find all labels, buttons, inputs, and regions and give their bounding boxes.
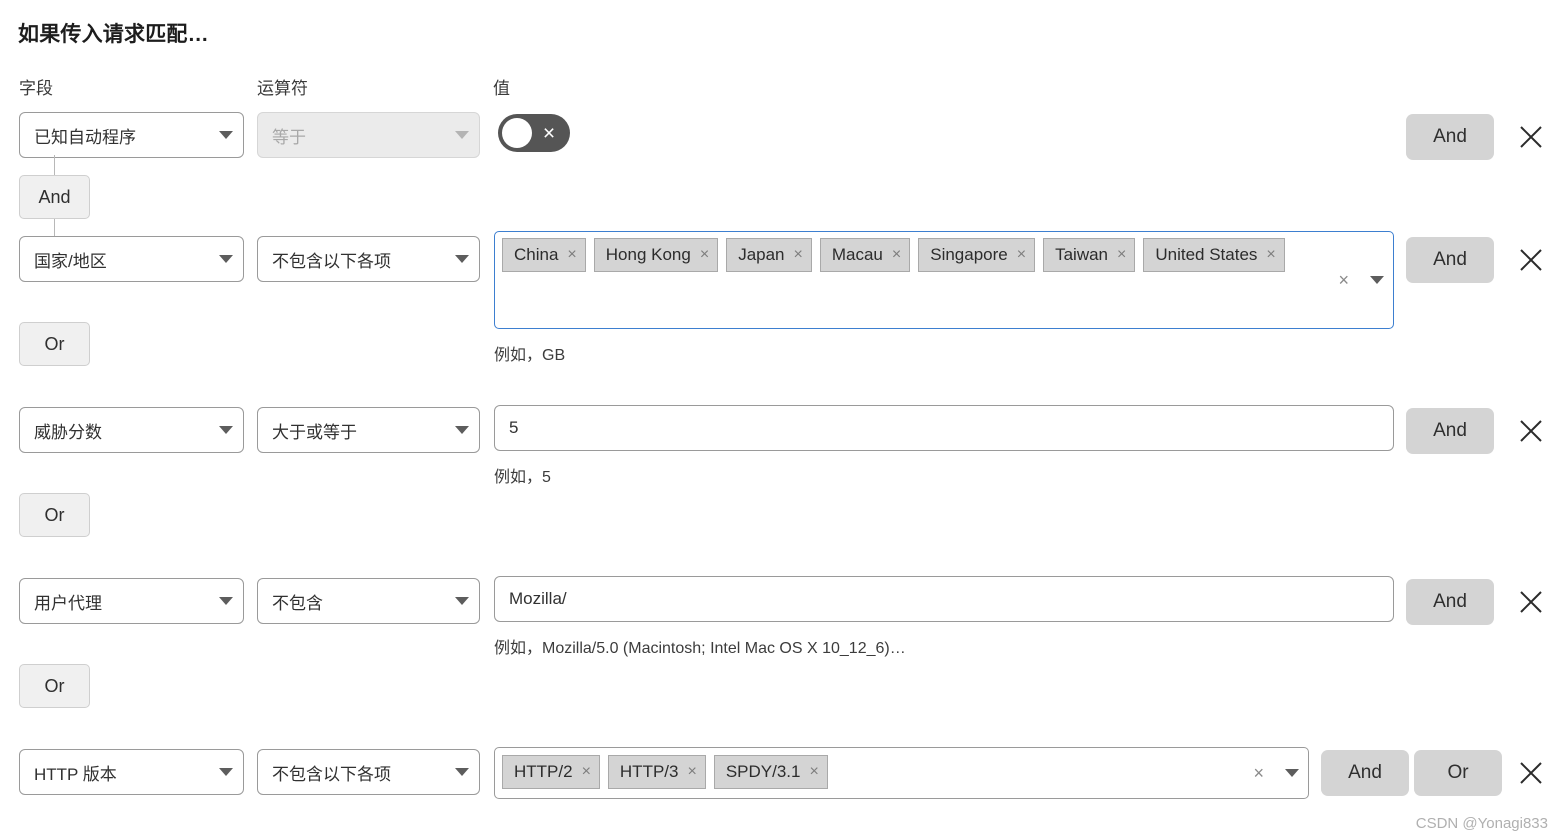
and-button-row-1[interactable]: And	[1406, 114, 1494, 160]
field-select-row-1[interactable]: 已知自动程序	[19, 112, 244, 158]
remove-row-5-button[interactable]	[1516, 758, 1546, 788]
tag-remove-icon[interactable]: ×	[687, 764, 696, 780]
tag-country-6[interactable]: United States ×	[1143, 238, 1285, 272]
hint-row-3: 例如，5	[494, 469, 551, 486]
tag-http-1[interactable]: HTTP/3 ×	[607, 755, 706, 789]
operator-select-row-3-label: 大于或等于	[272, 422, 357, 442]
operator-select-row-4-label: 不包含	[272, 593, 323, 613]
remove-row-1-button[interactable]	[1516, 122, 1546, 152]
tag-country-3[interactable]: Macau ×	[819, 238, 911, 272]
operator-select-row-2[interactable]: 不包含以下各项	[257, 236, 480, 282]
http-version-multiselect[interactable]: HTTP/2 × HTTP/3 × SPDY/3.1 × ×	[494, 747, 1309, 799]
operator-select-row-4[interactable]: 不包含	[257, 578, 480, 624]
chevron-down-icon	[219, 426, 233, 434]
field-select-row-2-label: 国家/地区	[34, 251, 107, 271]
known-bot-toggle[interactable]: ×	[498, 114, 570, 152]
tag-remove-icon[interactable]: ×	[892, 247, 901, 263]
and-button-row-2[interactable]: And	[1406, 237, 1494, 283]
chevron-down-icon	[219, 255, 233, 263]
tag-label: United States	[1155, 245, 1258, 264]
tag-label: SPDY/3.1	[725, 762, 801, 781]
connector-line-1b	[54, 219, 55, 236]
field-select-row-5[interactable]: HTTP 版本	[19, 749, 244, 795]
field-select-row-1-label: 已知自动程序	[34, 127, 136, 147]
chevron-down-icon	[219, 768, 233, 776]
remove-row-4-button[interactable]	[1516, 587, 1546, 617]
tag-remove-icon[interactable]: ×	[567, 247, 576, 263]
tag-remove-icon[interactable]: ×	[1266, 247, 1275, 263]
and-button-row-3[interactable]: And	[1406, 408, 1494, 454]
field-select-row-4-label: 用户代理	[34, 593, 102, 613]
group-connector-or-2[interactable]: Or	[19, 322, 90, 366]
remove-row-2-button[interactable]	[1516, 245, 1546, 275]
user-agent-input[interactable]: Mozilla/	[494, 576, 1394, 622]
watermark: CSDN @Yonagi833	[1415, 815, 1548, 832]
multiselect-actions: ×	[1338, 271, 1384, 289]
tag-label: Hong Kong	[605, 245, 691, 264]
multiselect-actions: ×	[1253, 764, 1299, 782]
operator-select-row-3[interactable]: 大于或等于	[257, 407, 480, 453]
tag-http-0[interactable]: HTTP/2 ×	[502, 755, 600, 789]
tag-label: HTTP/3	[619, 762, 679, 781]
close-icon: ×	[542, 121, 556, 145]
and-button-row-4[interactable]: And	[1406, 579, 1494, 625]
chevron-down-icon	[455, 255, 469, 263]
tag-remove-icon[interactable]: ×	[809, 764, 818, 780]
country-multiselect[interactable]: China × Hong Kong × Japan × Macau × Singapor…	[494, 231, 1394, 329]
or-button-row-5[interactable]: Or	[1414, 750, 1502, 796]
hint-row-2: 例如，GB	[494, 347, 566, 364]
group-connector-or-3[interactable]: Or	[19, 493, 90, 537]
clear-all-icon[interactable]: ×	[1253, 764, 1264, 782]
chevron-down-icon	[219, 597, 233, 605]
tag-label: HTTP/2	[514, 762, 573, 781]
tag-remove-icon[interactable]: ×	[794, 247, 803, 263]
column-header-value: 值	[493, 79, 510, 98]
operator-select-row-5[interactable]: 不包含以下各项	[257, 749, 480, 795]
tag-remove-icon[interactable]: ×	[700, 247, 709, 263]
tag-country-5[interactable]: Taiwan ×	[1043, 238, 1136, 272]
hint-row-4: 例如，Mozilla/5.0 (Macintosh; Intel Mac OS …	[494, 640, 906, 657]
chevron-down-icon	[455, 131, 469, 139]
tag-http-2[interactable]: SPDY/3.1 ×	[713, 755, 828, 789]
and-button-row-5[interactable]: And	[1321, 750, 1409, 796]
group-connector-or-4[interactable]: Or	[19, 664, 90, 708]
rule-builder-panel: 如果传入请求匹配… 字段 运算符 值 已知自动程序 等于 × And And 国…	[0, 0, 1560, 838]
tag-country-2[interactable]: Japan ×	[726, 238, 812, 272]
tag-label: Macau	[831, 245, 883, 264]
field-select-row-3[interactable]: 威胁分数	[19, 407, 244, 453]
clear-all-icon[interactable]: ×	[1338, 271, 1349, 289]
field-select-row-3-label: 威胁分数	[34, 422, 102, 442]
remove-row-3-button[interactable]	[1516, 416, 1546, 446]
tag-label: Japan	[738, 245, 785, 264]
chevron-down-icon	[455, 768, 469, 776]
toggle-knob	[502, 118, 532, 148]
tag-country-1[interactable]: Hong Kong ×	[593, 238, 719, 272]
tag-country-4[interactable]: Singapore ×	[918, 238, 1036, 272]
operator-select-row-1: 等于	[257, 112, 480, 158]
page-title: 如果传入请求匹配…	[18, 23, 209, 46]
chevron-down-icon[interactable]	[1370, 276, 1384, 284]
field-select-row-4[interactable]: 用户代理	[19, 578, 244, 624]
tag-label: Taiwan	[1055, 245, 1109, 264]
field-select-row-2[interactable]: 国家/地区	[19, 236, 244, 282]
field-select-row-5-label: HTTP 版本	[34, 764, 117, 784]
tag-label: China	[514, 245, 559, 264]
tag-remove-icon[interactable]: ×	[1117, 247, 1126, 263]
operator-select-row-5-label: 不包含以下各项	[272, 764, 391, 784]
operator-select-row-2-label: 不包含以下各项	[272, 251, 391, 271]
threat-score-input[interactable]: 5	[494, 405, 1394, 451]
chevron-down-icon[interactable]	[1285, 769, 1299, 777]
chevron-down-icon	[455, 426, 469, 434]
operator-select-row-1-label: 等于	[272, 127, 306, 147]
tag-country-0[interactable]: China ×	[502, 238, 586, 272]
group-connector-and-1[interactable]: And	[19, 175, 90, 219]
column-header-operator: 运算符	[257, 79, 308, 98]
chevron-down-icon	[219, 131, 233, 139]
column-header-field: 字段	[19, 79, 53, 98]
tag-label: Singapore	[930, 245, 1008, 264]
chevron-down-icon	[455, 597, 469, 605]
tag-remove-icon[interactable]: ×	[1017, 247, 1026, 263]
tag-remove-icon[interactable]: ×	[582, 764, 591, 780]
